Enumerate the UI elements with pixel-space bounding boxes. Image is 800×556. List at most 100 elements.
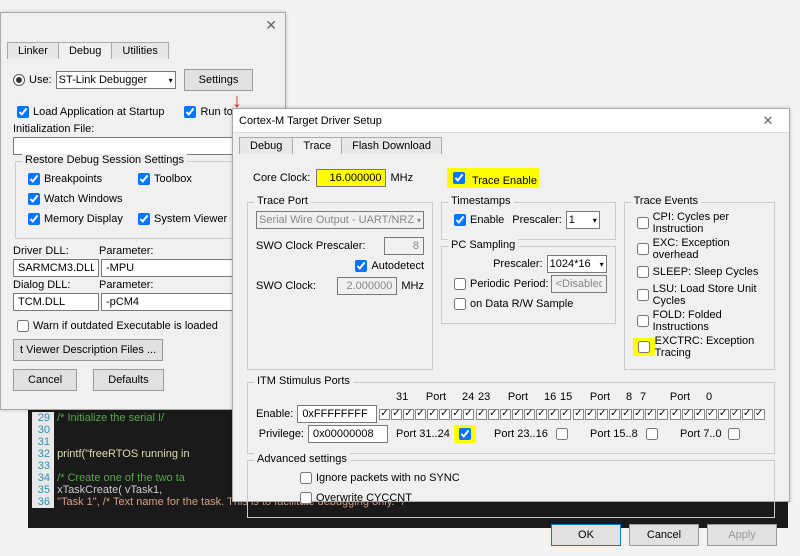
memory-display-checkbox[interactable] <box>28 213 40 225</box>
sleep-checkbox[interactable] <box>637 266 649 278</box>
tab-debug[interactable]: Debug <box>58 42 112 59</box>
run-to-label: Run to <box>200 106 232 118</box>
periodic-checkbox[interactable] <box>454 278 466 290</box>
debugger-select[interactable]: ST-Link Debugger ▾ <box>56 71 176 89</box>
load-app-label: Load Application at Startup <box>33 106 164 118</box>
watch-windows-label: Watch Windows <box>44 193 122 205</box>
breakpoints-checkbox[interactable] <box>28 173 40 185</box>
button-label: OK <box>578 529 594 541</box>
dialog-param-input[interactable] <box>101 293 251 311</box>
select-value: ST-Link Debugger <box>59 74 148 86</box>
fold-checkbox[interactable] <box>637 315 649 327</box>
apply-button[interactable]: Apply <box>707 524 777 546</box>
port-bits-23-16[interactable] <box>476 409 572 420</box>
timestamps-group: Timestamps Enable Prescaler: 1▾ <box>441 202 616 240</box>
lsu-checkbox[interactable] <box>637 289 649 301</box>
chevron-down-icon: ▾ <box>417 216 421 225</box>
settings-button[interactable]: Settings <box>184 69 254 91</box>
defaults-button[interactable]: Defaults <box>93 369 163 391</box>
ignore-sync-checkbox[interactable] <box>300 472 312 484</box>
init-file-label: Initialization File: <box>13 123 94 135</box>
exctrc-label: EXCTRC: Exception Tracing <box>655 335 766 359</box>
core-clock-label: Core Clock: <box>253 172 310 184</box>
memory-display-label: Memory Display <box>44 213 134 225</box>
trace-port-select[interactable]: Serial Wire Output - UART/NRZ▾ <box>256 211 424 229</box>
cancel-button-back[interactable]: Cancel <box>13 369 77 391</box>
button-label: Cancel <box>647 529 681 541</box>
trace-enable-label: Trace Enable <box>472 175 537 187</box>
exc-checkbox[interactable] <box>637 243 649 255</box>
port-hdr: Port <box>410 391 462 403</box>
chevron-down-icon: ▾ <box>169 76 173 85</box>
port-hdr: 8 <box>626 391 640 403</box>
tab-linker[interactable]: Linker <box>7 42 59 59</box>
use-label: Use: <box>29 74 52 86</box>
trace-enable-checkbox[interactable] <box>453 172 465 184</box>
cancel-button[interactable]: Cancel <box>629 524 699 546</box>
parameter-label-2: Parameter: <box>99 279 153 291</box>
itm-enable-label: Enable: <box>256 408 293 420</box>
port-bits-31-24[interactable] <box>379 409 475 420</box>
port-31-24-checkbox[interactable] <box>459 428 471 440</box>
button-label: Settings <box>199 74 239 86</box>
use-radio[interactable] <box>13 74 25 86</box>
tab-trace[interactable]: Trace <box>292 137 342 154</box>
port-bits-15-8[interactable] <box>573 409 669 420</box>
run-to-checkbox[interactable] <box>184 106 196 118</box>
on-data-rw-checkbox[interactable] <box>454 298 466 310</box>
code-line: /* Initialize the serial I/ <box>57 412 164 424</box>
exctrc-checkbox[interactable] <box>638 341 650 353</box>
itm-ports-group: ITM Stimulus Ports 31 Port 24 23 Port 16… <box>247 382 775 454</box>
ts-prescaler-select[interactable]: 1▾ <box>566 211 600 229</box>
pc-prescaler-select[interactable]: 1024*16▾ <box>547 255 607 273</box>
core-clock-input[interactable] <box>316 169 386 187</box>
system-viewer-checkbox[interactable] <box>138 213 150 225</box>
tab-flash[interactable]: Flash Download <box>341 137 442 154</box>
autodetect-label: Autodetect <box>371 260 424 272</box>
group-legend: PC Sampling <box>448 239 518 251</box>
swo-prescaler-label: SWO Clock Prescaler: <box>256 240 384 252</box>
close-icon[interactable]: ✕ <box>265 17 277 33</box>
group-legend: Timestamps <box>448 195 514 207</box>
toolbox-checkbox[interactable] <box>138 173 150 185</box>
code-line: xTaskCreate( vTask1, <box>57 484 162 496</box>
mhz-label: MHz <box>390 172 413 184</box>
parameter-label: Parameter: <box>99 245 153 257</box>
viewer-files-button[interactable]: t Viewer Description Files ... <box>13 339 163 361</box>
sleep-label: SLEEP: Sleep Cycles <box>653 266 759 278</box>
warn-checkbox[interactable] <box>17 320 29 332</box>
itm-priv-input[interactable] <box>308 425 388 443</box>
tab-debug-main[interactable]: Debug <box>239 137 293 154</box>
toolbox-label: Toolbox <box>154 173 192 185</box>
port-hdr: Port <box>574 391 626 403</box>
port-23-16-label: Port 23..16 <box>494 428 552 440</box>
overwrite-cyccnt-checkbox[interactable] <box>300 492 312 504</box>
ok-button[interactable]: OK <box>551 524 621 546</box>
code-line: printf("freeRTOS running in <box>57 448 190 460</box>
driver-dll-input[interactable] <box>13 259 99 277</box>
driver-param-input[interactable] <box>101 259 251 277</box>
close-icon[interactable]: ✕ <box>753 113 783 129</box>
group-legend: Advanced settings <box>254 453 350 465</box>
port-15-8-checkbox[interactable] <box>646 428 658 440</box>
tab-label: Utilities <box>122 45 157 57</box>
autodetect-checkbox[interactable] <box>355 260 367 272</box>
port-hdr: Port <box>492 391 544 403</box>
enable-checkbox[interactable] <box>454 214 466 226</box>
port-23-16-checkbox[interactable] <box>556 428 568 440</box>
fold-label: FOLD: Folded Instructions <box>653 309 766 333</box>
port-hdr: 16 <box>544 391 560 403</box>
init-file-input[interactable] <box>13 137 253 155</box>
dialog-dll-input[interactable] <box>13 293 99 311</box>
port-bits-7-0[interactable] <box>670 409 766 420</box>
itm-enable-input[interactable] <box>297 405 377 423</box>
watch-windows-checkbox[interactable] <box>28 193 40 205</box>
trace-port-group: Trace Port Serial Wire Output - UART/NRZ… <box>247 202 433 370</box>
tab-utilities[interactable]: Utilities <box>111 42 168 59</box>
cpi-checkbox[interactable] <box>637 217 649 229</box>
load-app-checkbox[interactable] <box>17 106 29 118</box>
breakpoints-label: Breakpoints <box>44 173 134 185</box>
prescaler-label: Prescaler: <box>512 214 562 226</box>
port-7-0-checkbox[interactable] <box>728 428 740 440</box>
pc-sampling-group: PC Sampling Prescaler: 1024*16▾ Periodic… <box>441 246 616 324</box>
